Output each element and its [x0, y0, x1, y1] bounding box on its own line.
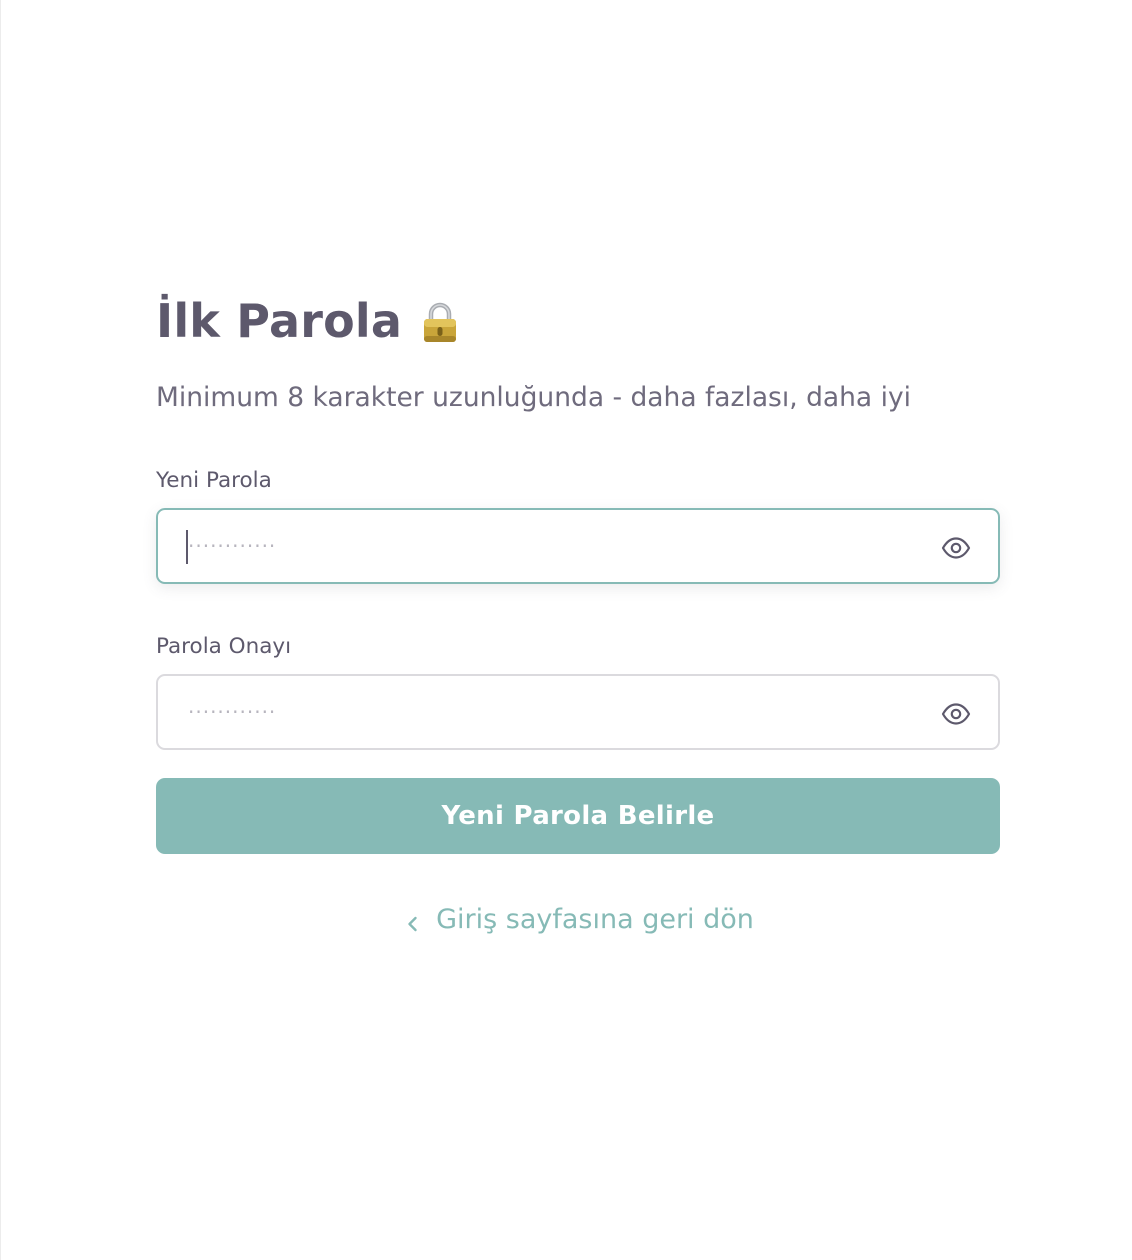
set-new-password-button[interactable]: Yeni Parola Belirle [156, 778, 1000, 854]
back-to-login-label: Giriş sayfasına geri dön [436, 904, 754, 935]
eye-icon[interactable] [940, 532, 972, 564]
title-row: İlk Parola [156, 286, 1000, 356]
chevron-left-icon [402, 909, 424, 932]
lock-icon [422, 301, 458, 343]
page-title: İlk Parola [156, 294, 403, 348]
back-to-login-link[interactable]: Giriş sayfasına geri dön [156, 902, 1000, 938]
new-password-label: Yeni Parola [156, 468, 272, 493]
confirm-password-label: Parola Onayı [156, 634, 292, 659]
confirm-password-input[interactable] [158, 676, 918, 748]
page-subtitle: Minimum 8 karakter uzunluğunda - daha fa… [156, 382, 912, 413]
confirm-password-field[interactable] [156, 674, 1000, 750]
eye-icon[interactable] [940, 698, 972, 730]
new-password-input[interactable] [158, 510, 918, 582]
new-password-field[interactable] [156, 508, 1000, 584]
text-caret [186, 530, 188, 564]
page-edge-divider [0, 0, 1, 1260]
set-password-form: İlk Parola Minimum 8 karakter uzunluğund… [156, 286, 1000, 938]
